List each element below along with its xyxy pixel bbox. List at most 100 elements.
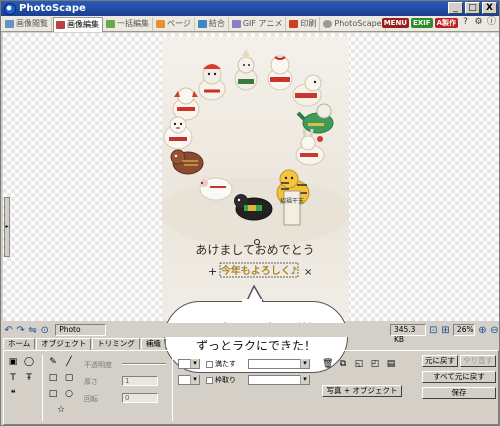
tab-batch[interactable]: 一括編集: [104, 16, 153, 31]
editor-tab-bar: ホーム オブジェクト トリミング 補織: [3, 338, 167, 350]
fill-style-select[interactable]: [248, 359, 310, 369]
print-icon: [289, 19, 299, 28]
tab-photoscape[interactable]: PhotoScape: [321, 16, 386, 31]
delete-object-icon[interactable]: ×: [304, 267, 312, 278]
photoscape-window: PhotoScape _ □ X 画像閲覧 画像編集 一括編集 ページ 結合 G…: [0, 0, 500, 426]
frame-icon[interactable]: ▣: [8, 357, 18, 367]
zoom-in-icon[interactable]: ⊕: [478, 325, 487, 336]
tab-label: 結合: [208, 19, 225, 28]
tab-page[interactable]: ページ: [154, 16, 195, 31]
main-tab-bar: 画像閲覧 画像編集 一括編集 ページ 結合 GIF アニメ 印刷 PhotoSc…: [1, 16, 499, 32]
app-icon: [4, 2, 16, 15]
divider: [42, 355, 43, 421]
rounded-rectangle-icon[interactable]: ▢: [64, 373, 74, 383]
window-title: PhotoScape: [19, 3, 86, 14]
tab-home[interactable]: ホーム: [3, 338, 36, 349]
thickness-label: 厚さ: [84, 378, 98, 386]
zoom-fit-icon[interactable]: ⊞: [441, 325, 450, 336]
square-icon[interactable]: □: [48, 389, 58, 399]
tab-label: 印刷: [300, 19, 317, 28]
pen-icon[interactable]: ✎: [48, 357, 58, 367]
zoom-level[interactable]: 26%: [452, 324, 475, 336]
balloon-tail-join: [242, 299, 262, 303]
opacity-label: 不透明度: [84, 361, 112, 369]
tab-label: PhotoScape: [334, 19, 382, 28]
exif-button[interactable]: EXIF: [411, 17, 433, 28]
info-icon[interactable]: ⓘ: [486, 17, 497, 28]
fit-icon[interactable]: ⊙: [40, 325, 49, 336]
settings-icon[interactable]: ⚙: [473, 17, 484, 28]
tab-label: 画像閲覧: [16, 19, 48, 28]
text-tool-icon[interactable]: Ŧ: [24, 373, 34, 383]
rectangle-icon[interactable]: □: [48, 373, 58, 383]
tab-object[interactable]: オブジェクト: [36, 338, 92, 350]
photoscape-icon: [323, 19, 333, 28]
fill-checkbox-box[interactable]: [206, 360, 213, 368]
rotate-spinner[interactable]: 0: [122, 393, 158, 403]
tab-combine[interactable]: 結合: [196, 16, 229, 31]
gif-icon: [231, 19, 241, 28]
fill-checkbox[interactable]: 満たす: [206, 359, 236, 369]
page-icon: [156, 19, 165, 28]
tab-editor[interactable]: 画像編集: [53, 16, 103, 32]
zoom-actual-icon[interactable]: ⊡: [429, 325, 438, 336]
border-checkbox-label: 枠取り: [215, 376, 236, 384]
photo-object-button[interactable]: 写真 + オブジェクト: [322, 385, 402, 397]
save-button[interactable]: 保存: [422, 387, 496, 399]
redo-button[interactable]: やり直す: [460, 355, 496, 367]
border-style-select[interactable]: [248, 375, 310, 385]
move-handle-icon[interactable]: +: [208, 265, 217, 278]
color-picker-1[interactable]: [178, 359, 200, 369]
minimize-button[interactable]: _: [448, 2, 463, 14]
subtitle-text: 今年もよろしく♪: [221, 264, 297, 277]
fill-checkbox-label: 満たす: [215, 360, 236, 368]
tab-crop[interactable]: トリミング: [92, 338, 140, 349]
tab-label: GIF アニメ: [242, 19, 283, 28]
text-icon[interactable]: T: [8, 373, 18, 383]
tab-print[interactable]: 印刷: [287, 16, 321, 31]
help-icon[interactable]: ?: [460, 17, 471, 28]
image-dimensions: Photo 1181 x 1748: [55, 324, 106, 336]
editor-icon: [56, 20, 65, 29]
side-panel-toggle[interactable]: ▸: [4, 197, 10, 257]
greeting-text: あけましておめでとう: [195, 243, 314, 257]
object-tool-panel: ▣ ◯ T Ŧ ❝ ✎ ╱ □ ▢ □ ○ ☆ 不透明度 厚さ 1 回転 0 満…: [3, 350, 499, 425]
a-button[interactable]: A製作: [434, 17, 458, 28]
tab-viewer[interactable]: 画像閲覧: [3, 16, 52, 31]
tab-gif[interactable]: GIF アニメ: [230, 16, 287, 31]
undo-all-button[interactable]: すべて元に戻す: [422, 371, 496, 383]
opacity-slider[interactable]: [122, 363, 166, 365]
undo-button[interactable]: 元に戻す: [422, 355, 458, 367]
bring-front-icon[interactable]: ◱: [354, 359, 364, 369]
quote-icon[interactable]: ❝: [8, 389, 18, 399]
rotate-left-icon[interactable]: ↶: [4, 325, 13, 336]
viewer-icon: [5, 19, 14, 28]
trash-icon[interactable]: 🗑: [322, 359, 333, 369]
copy-icon[interactable]: ⧉: [338, 359, 348, 369]
zoom-out-icon[interactable]: ⊖: [490, 325, 499, 336]
tab-label: 画像編集: [67, 20, 99, 29]
title-bar: PhotoScape _ □ X: [1, 1, 499, 16]
tab-tools[interactable]: 補織: [140, 338, 166, 349]
star-icon[interactable]: ☆: [56, 405, 66, 415]
maximize-button[interactable]: □: [465, 2, 480, 14]
thickness-spinner[interactable]: 1: [122, 376, 158, 386]
border-checkbox-box[interactable]: [206, 376, 213, 384]
circle-icon[interactable]: ○: [64, 389, 74, 399]
border-checkbox[interactable]: 枠取り: [206, 375, 236, 385]
fortune-tag-text: 招福干支: [280, 197, 304, 205]
tab-label: ページ: [167, 19, 191, 28]
image-icon[interactable]: ▤: [386, 359, 396, 369]
close-button[interactable]: X: [482, 2, 497, 14]
rotate-right-icon[interactable]: ↷: [16, 325, 25, 336]
line-icon[interactable]: ╱: [64, 357, 74, 367]
send-back-icon[interactable]: ◰: [370, 359, 380, 369]
zodiac-figurines-image: 招福干支 あけましておめでとう 今年もよろしく♪ + ×: [162, 49, 349, 278]
compare-icon[interactable]: ⇋: [28, 325, 37, 336]
tab-label: 一括編集: [117, 19, 149, 28]
color-picker-2[interactable]: [178, 375, 200, 385]
photo-image[interactable]: 招福干支 あけましておめでとう 今年もよろしく♪ + ×: [162, 37, 349, 319]
combine-icon: [197, 19, 207, 28]
balloon-icon[interactable]: ◯: [24, 357, 34, 367]
menu-button[interactable]: MENU: [381, 17, 409, 28]
